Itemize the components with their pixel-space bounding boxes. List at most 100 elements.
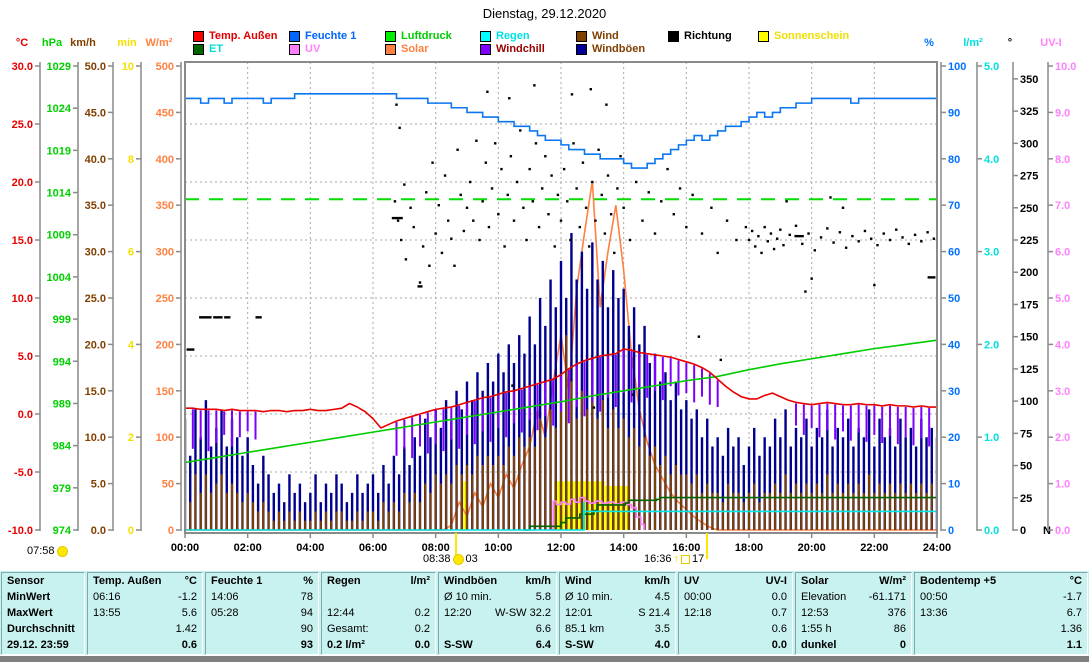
svg-text:994: 994 xyxy=(53,356,72,368)
svg-text:10:00: 10:00 xyxy=(484,542,512,554)
axis-kmh: km/h50.045.040.035.030.025.020.015.010.0… xyxy=(70,37,113,537)
table-cell-label: 12:20 xyxy=(444,605,472,621)
table-cell-value: -1.2 xyxy=(178,589,197,605)
svg-text:5.0: 5.0 xyxy=(984,61,999,73)
table-column: Regenl/m²12:440.2Gesamt:0.20.2 l/m²0.0 xyxy=(321,572,436,655)
svg-text:l/m²: l/m² xyxy=(963,37,983,49)
sunset-square-icon xyxy=(681,555,690,564)
svg-text:2.0: 2.0 xyxy=(1055,432,1070,444)
table-cell-label: Regen xyxy=(327,573,361,589)
svg-text:0.0: 0.0 xyxy=(1055,525,1070,537)
table-cell-label: Sensor xyxy=(7,573,44,589)
table-cell-value: 86 xyxy=(894,621,906,637)
table-row: 90 xyxy=(206,621,318,637)
table-cell-value: 3.5 xyxy=(655,621,670,637)
table-cell-label: Wind xyxy=(565,573,592,589)
svg-text:30: 30 xyxy=(948,386,960,398)
table-row: 13:55 5.6 xyxy=(88,605,202,621)
table-row: 14:06 78 xyxy=(206,589,318,605)
svg-text:250: 250 xyxy=(156,293,174,305)
table-row: Windböenkm/h xyxy=(439,573,556,589)
svg-text:40.0: 40.0 xyxy=(85,154,106,166)
svg-text:0: 0 xyxy=(128,525,134,537)
table-cell-value: km/h xyxy=(644,573,670,589)
svg-text:4.0: 4.0 xyxy=(1055,339,1070,351)
svg-text:15.0: 15.0 xyxy=(12,235,33,247)
table-cell-value: 1.42 xyxy=(176,621,197,637)
table-cell-value: -61.171 xyxy=(869,589,906,605)
table-cell-label: 00:50 xyxy=(920,589,948,605)
window-bottom-strip xyxy=(0,655,1089,662)
table-row: dunkel0 xyxy=(796,637,911,653)
table-column: Temp. Außen°C06:16-1.213:55 5.61.420.6 xyxy=(87,572,203,655)
table-row: 1.1 xyxy=(915,637,1087,653)
plot-area xyxy=(185,62,937,533)
table-cell-value: 5.6 xyxy=(182,605,197,621)
table-row: 06:16-1.2 xyxy=(88,589,202,605)
svg-text:250: 250 xyxy=(1020,203,1038,215)
svg-text:20: 20 xyxy=(948,432,960,444)
table-cell-label: 14:06 xyxy=(211,589,239,605)
svg-text:8: 8 xyxy=(128,154,134,166)
table-cell-label: Windböen xyxy=(444,573,497,589)
svg-text:979: 979 xyxy=(53,483,71,495)
table-row: 1.42 xyxy=(88,621,202,637)
table-cell-label: Ø 10 min. xyxy=(565,589,613,605)
svg-text:14:00: 14:00 xyxy=(610,542,638,554)
svg-text:6.0: 6.0 xyxy=(1055,247,1070,259)
svg-text:80: 80 xyxy=(948,154,960,166)
daily-stats-table: SensorMinWertMaxWertDurchschnitt29.12. 2… xyxy=(0,570,1089,656)
sunset-suffix-label: 17 xyxy=(692,553,704,565)
svg-text:00:00: 00:00 xyxy=(171,542,199,554)
svg-text:-5.0: -5.0 xyxy=(14,467,33,479)
table-column: SensorMinWertMaxWertDurchschnitt29.12. 2… xyxy=(1,572,85,655)
table-cell-label: 1:55 h xyxy=(801,621,832,637)
svg-text:15.0: 15.0 xyxy=(85,386,106,398)
table-cell-value: 78 xyxy=(301,589,313,605)
svg-text:3.0: 3.0 xyxy=(1055,386,1070,398)
svg-text:1014: 1014 xyxy=(47,188,72,200)
sunrise-suffix-label: 03 xyxy=(466,553,478,565)
table-cell-value: 0.6 xyxy=(772,621,787,637)
table-cell-value: UV-I xyxy=(766,573,787,589)
table-row: 0.0 xyxy=(679,637,792,653)
axis-uvi: UV-I10.09.08.07.06.05.04.03.02.01.00.0 xyxy=(1040,37,1076,537)
table-row: Temp. Außen°C xyxy=(88,573,202,589)
x-axis: 00:0002:0004:0006:0008:0010:0012:0014:00… xyxy=(171,533,951,554)
table-cell-label: 13:55 xyxy=(93,605,121,621)
table-column: SolarW/m²Elevation-61.17112:533761:55 h8… xyxy=(795,572,912,655)
svg-text:90: 90 xyxy=(948,107,960,119)
sunrise-annotation: 08:38 03 xyxy=(423,553,478,565)
table-cell-label: 85.1 km xyxy=(565,621,604,637)
svg-text:125: 125 xyxy=(1020,364,1038,376)
series-Feuchte 1 xyxy=(185,94,937,168)
svg-text:400: 400 xyxy=(156,154,174,166)
table-cell-label: Feuchte 1 xyxy=(211,573,262,589)
svg-text:100: 100 xyxy=(1020,396,1038,408)
svg-text:75: 75 xyxy=(1020,428,1032,440)
svg-text:2.0: 2.0 xyxy=(984,339,999,351)
table-cell-value: l/m² xyxy=(410,573,430,589)
table-cell-value: 6.6 xyxy=(536,621,551,637)
svg-text:50: 50 xyxy=(162,479,174,491)
table-cell-label: dunkel xyxy=(801,637,836,653)
svg-text:hPa: hPa xyxy=(42,37,63,49)
table-cell-value: 6.7 xyxy=(1067,605,1082,621)
table-cell-value: 1.36 xyxy=(1061,621,1082,637)
table-cell-value: 4.5 xyxy=(655,589,670,605)
table-cell-value: 93 xyxy=(301,637,313,653)
svg-text:50: 50 xyxy=(948,293,960,305)
table-row xyxy=(322,589,435,605)
svg-text:10.0: 10.0 xyxy=(12,293,33,305)
svg-text:25.0: 25.0 xyxy=(12,119,33,131)
sunset-arrow-icon: ↑ xyxy=(674,553,680,565)
sun-time-annotation-left: 07:58 xyxy=(27,545,68,557)
svg-text:10.0: 10.0 xyxy=(85,432,106,444)
table-row: 0.6 xyxy=(679,621,792,637)
svg-text:W/m²: W/m² xyxy=(146,37,173,49)
table-cell-value: 0.6 xyxy=(182,637,197,653)
table-cell-label: UV xyxy=(684,573,699,589)
svg-text:6: 6 xyxy=(128,247,134,259)
svg-text:24:00: 24:00 xyxy=(923,542,951,554)
svg-text:-10.0: -10.0 xyxy=(8,525,33,537)
